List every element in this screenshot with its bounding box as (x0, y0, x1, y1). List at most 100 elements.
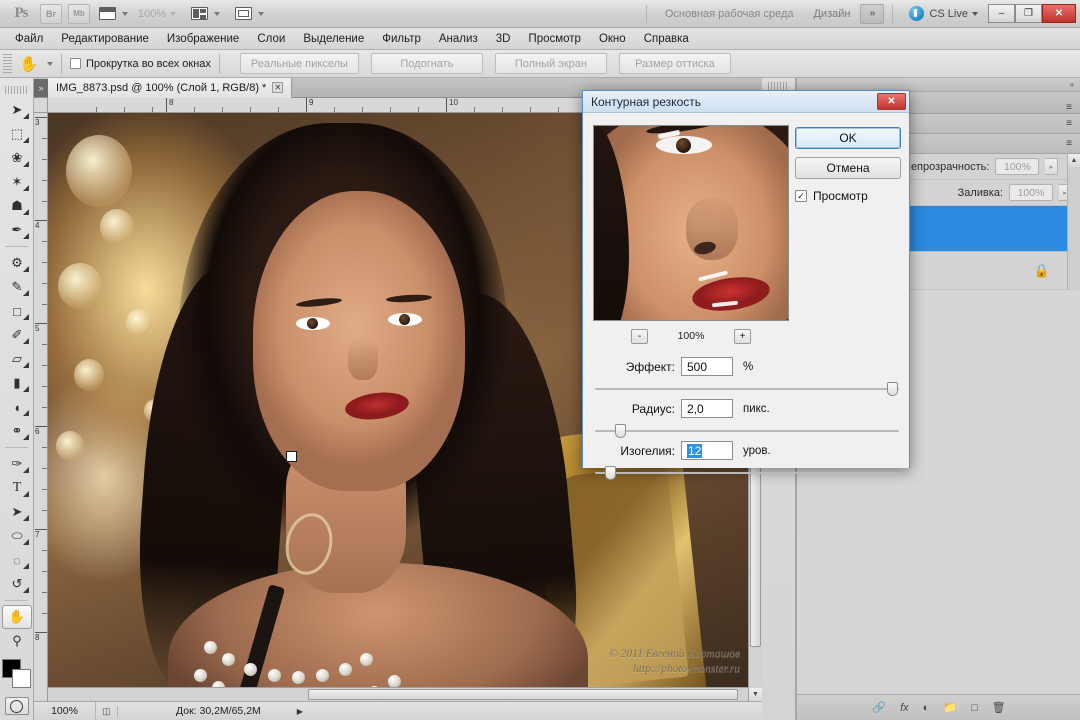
hand-tool-icon[interactable]: ✋ (17, 53, 41, 75)
shape-tool[interactable]: ⬭ (2, 524, 32, 548)
layers-panel-scrollbar[interactable]: ▲ (1067, 154, 1080, 290)
radius-slider-thumb[interactable] (615, 424, 626, 438)
status-proof-icon[interactable]: ◫ (96, 706, 118, 717)
menu-help[interactable]: Справка (635, 28, 698, 50)
threshold-slider[interactable] (595, 466, 899, 480)
maximize-button[interactable]: ❐ (1015, 4, 1042, 23)
radius-slider[interactable] (595, 424, 899, 438)
view-extras-icon[interactable] (96, 4, 118, 24)
eyedropper-tool[interactable]: ✒ (2, 218, 32, 242)
amount-slider-thumb[interactable] (887, 382, 898, 396)
layer-mask-icon[interactable]: ◐ (923, 702, 930, 714)
actual-pixels-button[interactable]: Реальные пикселы (240, 53, 359, 74)
delete-layer-icon[interactable]: 🗑 (992, 701, 1006, 714)
fit-screen-button[interactable]: Подогнать (371, 53, 483, 74)
menu-select[interactable]: Выделение (294, 28, 373, 50)
menu-file[interactable]: Файл (6, 28, 52, 50)
arrange-documents-icon[interactable] (188, 4, 210, 24)
threshold-input[interactable]: 12 (681, 441, 733, 460)
fill-value[interactable]: 100% (1009, 184, 1053, 201)
layers-panel-menu-icon[interactable]: ≡ (1058, 138, 1080, 149)
scroll-down-arrow-icon[interactable]: ▼ (749, 688, 762, 701)
background-color-swatch[interactable] (12, 669, 31, 688)
arrange-chevron-down-icon[interactable] (214, 12, 220, 16)
amount-slider[interactable] (595, 382, 899, 396)
clone-stamp-tool[interactable]: □ (2, 299, 32, 323)
menu-image[interactable]: Изображение (158, 28, 248, 50)
eraser-tool[interactable]: ▱ (2, 347, 32, 371)
close-button[interactable]: ✕ (1042, 4, 1076, 23)
view-extras-chevron-down-icon[interactable] (122, 12, 128, 16)
hand-tool[interactable]: ✋ (2, 605, 32, 629)
menu-3d[interactable]: 3D (487, 28, 520, 50)
amount-input[interactable]: 500 (681, 357, 733, 376)
opacity-value[interactable]: 100% (995, 158, 1039, 175)
preview-checkbox-box[interactable]: ✓ (795, 190, 807, 202)
adjustments-panel-menu-icon[interactable]: ≡ (1058, 118, 1080, 129)
document-tab-close-icon[interactable]: ✕ (272, 82, 283, 93)
path-selection-tool[interactable]: ➤ (2, 500, 32, 524)
marquee-tool[interactable]: ⬚ (2, 122, 32, 146)
menu-edit[interactable]: Редактирование (52, 28, 158, 50)
preview-checkbox[interactable]: ✓ Просмотр (795, 189, 868, 203)
tools-panel-grip[interactable] (5, 86, 28, 94)
status-expand-icon[interactable]: ▶ (297, 707, 303, 716)
new-layer-icon[interactable]: □ (971, 702, 978, 714)
3d-camera-rotate-tool[interactable]: ↺ (2, 572, 32, 596)
preview-zoom-in-button[interactable]: + (734, 329, 751, 344)
menu-window[interactable]: Окно (590, 28, 635, 50)
dialog-close-button[interactable]: ✕ (877, 93, 906, 110)
link-layers-icon[interactable]: 🔗 (872, 701, 886, 714)
opacity-stepper[interactable]: ▸ (1045, 158, 1058, 175)
status-zoom-field[interactable]: 100% (34, 702, 96, 720)
menu-analysis[interactable]: Анализ (430, 28, 487, 50)
brush-tool[interactable]: ✎ (2, 275, 32, 299)
appbar-zoom-chevron-down-icon[interactable] (170, 12, 176, 16)
new-group-icon[interactable]: 📁 (943, 701, 957, 714)
bridge-icon[interactable]: Br (40, 4, 62, 24)
gradient-tool[interactable]: ▮ (2, 371, 32, 395)
zoom-tool[interactable]: ⚲ (2, 629, 32, 653)
workspace-design[interactable]: Дизайн (803, 8, 860, 20)
options-bar-grip[interactable] (3, 54, 12, 74)
dialog-title-bar[interactable]: Контурная резкость ✕ (583, 91, 909, 113)
document-tab[interactable]: IMG_8873.psd @ 100% (Слой 1, RGB/8) * ✕ (48, 78, 292, 98)
horizontal-scroll-thumb[interactable] (308, 689, 738, 700)
print-size-button[interactable]: Размер оттиска (619, 53, 731, 74)
ok-button[interactable]: OK (795, 127, 901, 149)
dodge-tool[interactable]: ⚭ (2, 419, 32, 443)
layers-scroll-up-icon[interactable]: ▲ (1068, 154, 1080, 167)
layer-style-icon[interactable]: fx (900, 702, 909, 714)
magic-wand-tool[interactable]: ✶ (2, 170, 32, 194)
lasso-tool[interactable]: ❀ (2, 146, 32, 170)
dock-grip[interactable] (768, 82, 789, 90)
3d-object-rotate-tool[interactable]: ◌ (2, 548, 32, 572)
vertical-ruler[interactable]: 3 4 5 6 7 8 (34, 113, 48, 720)
mini-bridge-icon[interactable]: Mb (68, 4, 90, 24)
quick-mask-toggle[interactable] (5, 697, 29, 715)
screen-mode-chevron-down-icon[interactable] (258, 12, 264, 16)
threshold-slider-thumb[interactable] (605, 466, 616, 480)
menu-filter[interactable]: Фильтр (373, 28, 430, 50)
type-tool[interactable]: T (2, 476, 32, 500)
info-panel-menu-icon[interactable]: ≡ (1058, 102, 1080, 113)
workspace-essentials[interactable]: Основная рабочая среда (655, 8, 804, 20)
menu-view[interactable]: Просмотр (519, 28, 590, 50)
minimize-button[interactable]: – (988, 4, 1015, 23)
cs-live-button[interactable]: CS Live (909, 6, 978, 21)
blur-tool[interactable]: ◖ (2, 395, 32, 419)
tab-bar-grip[interactable]: » (34, 79, 48, 97)
scroll-all-windows-checkbox[interactable]: Прокрутка во всех окнах (70, 58, 211, 70)
fill-screen-button[interactable]: Полный экран (495, 53, 607, 74)
screen-mode-icon[interactable] (232, 4, 254, 24)
dialog-preview-image[interactable] (593, 125, 789, 321)
color-swatches[interactable] (2, 659, 32, 689)
pen-tool[interactable]: ✑ (2, 452, 32, 476)
preview-zoom-out-button[interactable]: - (631, 329, 648, 344)
healing-brush-tool[interactable]: ⚙ (2, 251, 32, 275)
tool-preset-chevron-down-icon[interactable] (47, 62, 53, 66)
cancel-button[interactable]: Отмена (795, 157, 901, 179)
crop-tool[interactable]: ☗ (2, 194, 32, 218)
scroll-all-windows-checkbox-box[interactable] (70, 58, 81, 69)
canvas-horizontal-scrollbar[interactable] (48, 687, 748, 701)
